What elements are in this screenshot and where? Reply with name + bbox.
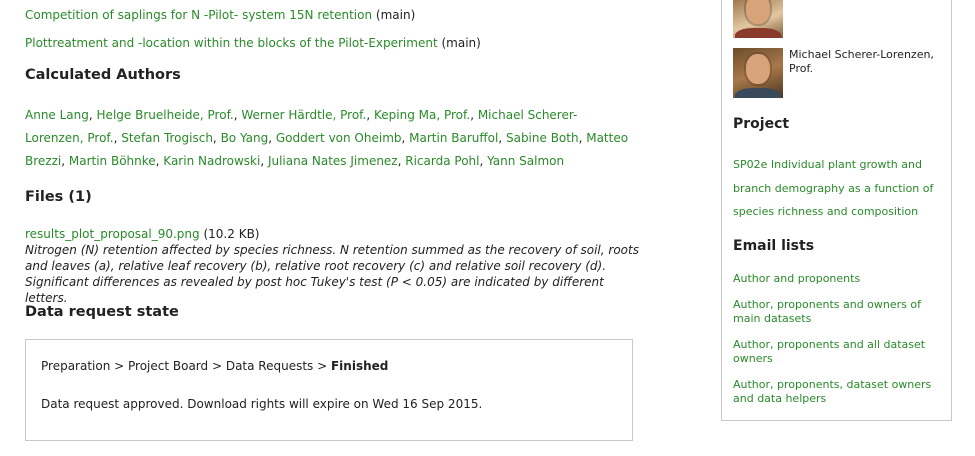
author-separator: ,	[401, 131, 410, 145]
calculated-authors-heading: Calculated Authors	[25, 67, 181, 83]
state-current: Finished	[330, 359, 389, 373]
author-link[interactable]: Keping Ma, Prof.	[374, 108, 470, 122]
author-separator: ,	[61, 154, 69, 168]
authors-list: Anne Lang, Helge Bruelheide, Prof., Wern…	[25, 104, 635, 173]
author-link[interactable]: Yann Salmon	[487, 154, 564, 168]
person-name: Michael Scherer-Lorenzen, Prof.	[789, 48, 934, 75]
files-heading: Files (1)	[25, 189, 92, 205]
state-breadcrumb: Preparation > Project Board > Data Reque…	[41, 359, 388, 373]
project-heading: Project	[733, 116, 790, 132]
author-separator: ,	[212, 131, 221, 145]
email-list-link[interactable]: Author, proponents and all dataset owner…	[733, 338, 948, 366]
author-link[interactable]: Anne Lang	[25, 108, 89, 122]
email-lists-heading: Email lists	[733, 238, 815, 254]
author-separator: ,	[366, 108, 374, 122]
author-link[interactable]: Goddert von Oheimb	[276, 131, 402, 145]
file-entry: results_plot_proposal_90.png (10.2 KB) N…	[25, 226, 645, 306]
author-link[interactable]: Karin Nadrowski	[163, 154, 260, 168]
data-request-state-heading: Data request state	[25, 304, 179, 320]
author-link[interactable]: Martin Baruffol	[409, 131, 498, 145]
dataset-link-competition[interactable]: Competition of saplings for N -Pilot- sy…	[25, 8, 372, 22]
author-separator: ,	[268, 131, 276, 145]
author-link[interactable]: Bo Yang	[221, 131, 269, 145]
dataset-item: Plottreatment and -location within the b…	[25, 36, 481, 50]
avatar	[733, 48, 783, 98]
file-description: Nitrogen (N) retention affected by speci…	[25, 243, 639, 305]
author-link[interactable]: Stefan Trogisch	[121, 131, 213, 145]
dataset-link-plottreatment[interactable]: Plottreatment and -location within the b…	[25, 36, 438, 50]
author-link[interactable]: Ricarda Pohl	[405, 154, 479, 168]
state-message: Data request approved. Download rights w…	[41, 397, 483, 411]
author-separator: ,	[470, 108, 478, 122]
author-link[interactable]: Sabine Both	[506, 131, 579, 145]
file-link[interactable]: results_plot_proposal_90.png	[25, 227, 200, 241]
email-list-link[interactable]: Author and proponents	[733, 272, 948, 286]
email-list-link[interactable]: Author, proponents and owners of main da…	[733, 298, 948, 326]
dataset-item: Competition of saplings for N -Pilot- sy…	[25, 8, 415, 22]
author-separator: ,	[479, 154, 488, 168]
dataset-tag: (main)	[441, 36, 481, 50]
state-path-prefix: Preparation > Project Board > Data Reque…	[41, 359, 331, 373]
data-request-state-box: Preparation > Project Board > Data Reque…	[25, 339, 633, 441]
author-link[interactable]: Werner Härdtle, Prof.	[241, 108, 366, 122]
file-size: (10.2 KB)	[203, 227, 260, 241]
author-separator: ,	[260, 154, 268, 168]
avatar	[733, 0, 783, 38]
sidebar: Michael Scherer-Lorenzen, Prof. Project …	[721, 0, 952, 421]
author-separator: ,	[88, 108, 97, 122]
author-link[interactable]: Martin Böhnke	[69, 154, 156, 168]
project-link[interactable]: SP02e Individual plant growth and branch…	[733, 153, 943, 224]
author-link[interactable]: Juliana Nates Jimenez	[268, 154, 398, 168]
author-separator: ,	[498, 131, 506, 145]
email-list-link[interactable]: Author, proponents, dataset owners and d…	[733, 378, 948, 406]
dataset-tag: (main)	[375, 8, 416, 22]
author-link[interactable]: Helge Bruelheide, Prof.	[97, 108, 234, 122]
